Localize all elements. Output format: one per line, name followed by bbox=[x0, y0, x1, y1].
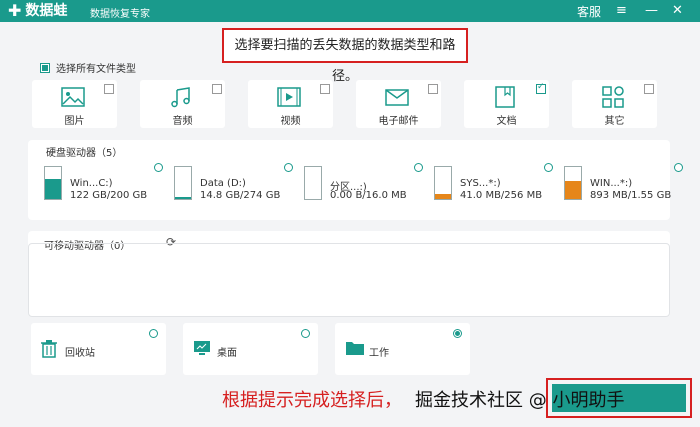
location-work-folder[interactable]: 工作 bbox=[335, 323, 470, 375]
file-type-other[interactable]: 其它 bbox=[572, 80, 657, 128]
select-all-label: 选择所有文件类型 bbox=[56, 64, 136, 75]
drive-item[interactable]: 分区...:) 0.00 B/16.0 MB bbox=[304, 163, 424, 206]
document-icon bbox=[495, 86, 515, 108]
app-subtitle: 数据恢复专家 bbox=[90, 9, 150, 20]
drive-icon bbox=[434, 166, 452, 200]
location-label: 桌面 bbox=[217, 348, 237, 359]
customer-service-button[interactable]: 客服 bbox=[577, 3, 601, 20]
drive-name: Data (D:) bbox=[200, 178, 246, 189]
email-icon bbox=[385, 89, 409, 106]
video-icon bbox=[277, 87, 301, 107]
frog-logo-icon: ✚ bbox=[8, 1, 22, 20]
drive-size: 14.8 GB/274 GB bbox=[200, 190, 281, 201]
drive-radio[interactable] bbox=[544, 163, 553, 172]
bottom-hint-text: 根据提示完成选择后， bbox=[222, 390, 402, 411]
drive-size: 41.0 MB/256 MB bbox=[460, 190, 543, 201]
desktop-icon bbox=[194, 341, 210, 355]
drive-item[interactable]: Win...C:) 122 GB/200 GB bbox=[44, 163, 164, 206]
location-radio[interactable] bbox=[301, 329, 310, 338]
instruction-banner: 选择要扫描的丢失数据的数据类型和路径。 bbox=[222, 28, 468, 84]
hard-drives-title: 硬盘驱动器（5） bbox=[46, 148, 123, 159]
file-type-audio[interactable]: 音频 bbox=[140, 80, 225, 128]
app-logo: ✚ 数据蛙 bbox=[8, 2, 67, 20]
file-type-audio-label: 音频 bbox=[172, 116, 193, 127]
menu-icon[interactable]: ≡ bbox=[616, 2, 627, 20]
file-type-document[interactable]: 文档 bbox=[464, 80, 549, 128]
drive-size: 0.00 B/16.0 MB bbox=[330, 190, 407, 201]
file-type-email[interactable]: 电子邮件 bbox=[356, 80, 441, 128]
file-type-document-checkbox[interactable] bbox=[536, 82, 546, 94]
location-desktop[interactable]: 桌面 bbox=[183, 323, 318, 375]
hard-drives-panel: 硬盘驱动器（5） Win...C:) 122 GB/200 GB Data (D… bbox=[28, 140, 683, 220]
file-type-email-label: 电子邮件 bbox=[378, 116, 419, 127]
file-type-other-checkbox[interactable] bbox=[644, 84, 654, 94]
audio-icon bbox=[171, 87, 190, 108]
drive-size: 122 GB/200 GB bbox=[70, 190, 148, 201]
drive-radio[interactable] bbox=[414, 163, 423, 172]
location-radio[interactable] bbox=[453, 329, 462, 338]
location-radio[interactable] bbox=[149, 329, 158, 338]
file-type-document-label: 文档 bbox=[496, 116, 517, 127]
file-type-video-checkbox[interactable] bbox=[320, 84, 330, 94]
removable-drives-list bbox=[28, 243, 670, 317]
drive-item[interactable]: WIN...*:) 893 MB/1.55 GB bbox=[564, 163, 684, 206]
folder-icon bbox=[346, 342, 364, 355]
drive-item[interactable]: Data (D:) 14.8 GB/274 GB bbox=[174, 163, 294, 206]
location-label: 工作 bbox=[369, 348, 389, 359]
drive-radio[interactable] bbox=[154, 163, 163, 172]
file-type-image-checkbox[interactable] bbox=[104, 84, 114, 94]
file-type-audio-checkbox[interactable] bbox=[212, 84, 222, 94]
removable-drives-panel: 可移动驱动器（0） ⟳ bbox=[28, 231, 670, 317]
drive-name: WIN...*:) bbox=[590, 178, 633, 189]
drive-radio[interactable] bbox=[674, 163, 683, 172]
file-type-image[interactable]: 图片 bbox=[32, 80, 117, 128]
drive-name: Win...C:) bbox=[70, 178, 113, 189]
select-all-checkbox[interactable]: 选择所有文件类型 bbox=[40, 60, 136, 75]
trash-icon bbox=[41, 340, 57, 358]
close-icon[interactable]: ✕ bbox=[672, 2, 683, 20]
drive-radio[interactable] bbox=[284, 163, 293, 172]
app-name: 数据蛙 bbox=[25, 3, 68, 19]
drive-icon bbox=[304, 166, 322, 200]
drive-icon bbox=[564, 166, 582, 200]
location-label: 回收站 bbox=[65, 348, 95, 359]
file-type-video-label: 视频 bbox=[280, 116, 301, 127]
file-type-email-checkbox[interactable] bbox=[428, 84, 438, 94]
title-bar: ✚ 数据蛙 数据恢复专家 客服 ≡ — ✕ bbox=[0, 0, 700, 22]
file-type-other-label: 其它 bbox=[604, 116, 625, 127]
select-all-check-icon[interactable] bbox=[40, 62, 50, 73]
drive-icon bbox=[174, 166, 192, 200]
image-icon bbox=[61, 87, 85, 107]
drive-size: 893 MB/1.55 GB bbox=[590, 190, 672, 201]
drive-item[interactable]: SYS...*:) 41.0 MB/256 MB bbox=[434, 163, 554, 206]
minimize-icon[interactable]: — bbox=[645, 2, 658, 20]
file-type-video[interactable]: 视频 bbox=[248, 80, 333, 128]
watermark-text: 掘金技术社区 @ 小明助手 bbox=[415, 390, 625, 411]
file-type-image-label: 图片 bbox=[64, 116, 85, 127]
windows-drive-icon bbox=[44, 166, 62, 200]
location-recycle-bin[interactable]: 回收站 bbox=[31, 323, 166, 375]
drive-name: SYS...*:) bbox=[460, 178, 501, 189]
other-icon bbox=[602, 86, 624, 108]
